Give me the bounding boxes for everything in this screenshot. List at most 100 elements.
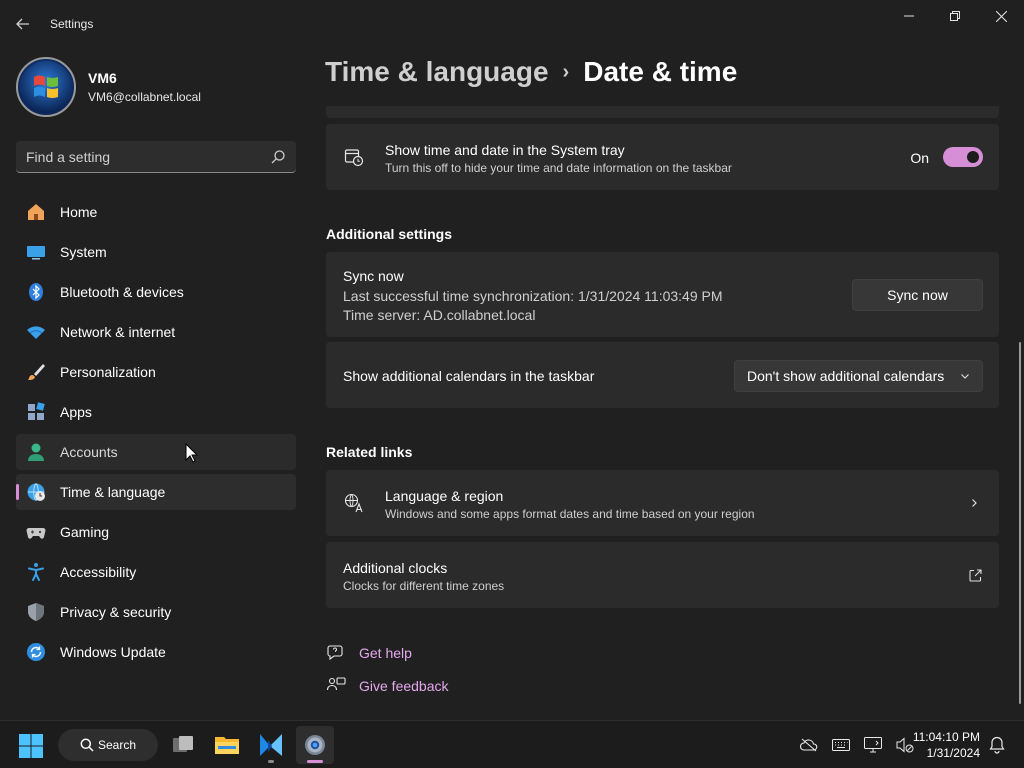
taskbar-clock[interactable]: 11:04:10 PM 1/31/2024 — [913, 729, 980, 761]
sidebar-item-label: Time & language — [60, 484, 166, 500]
sidebar-item-gaming[interactable]: Gaming — [16, 514, 296, 550]
get-help-label: Get help — [359, 645, 412, 661]
maximize-button[interactable] — [932, 0, 978, 32]
apps-icon — [26, 402, 46, 422]
language-region-title: Language & region — [385, 488, 504, 504]
close-button[interactable] — [978, 0, 1024, 32]
calendars-dropdown[interactable]: Don't show additional calendars — [734, 360, 983, 392]
last-sync-text: Last successful time synchronization: 1/… — [343, 288, 723, 304]
folder-icon — [215, 737, 239, 754]
toggle-state-label: On — [910, 150, 929, 166]
user-name: VM6 — [88, 70, 117, 86]
sidebar-nav: Home System Bluetooth & devices Network … — [16, 194, 296, 674]
update-icon — [26, 642, 46, 662]
app-title: Settings — [50, 17, 94, 31]
minimize-button[interactable] — [886, 0, 932, 32]
sidebar-item-label: Windows Update — [60, 644, 166, 660]
sidebar-item-apps[interactable]: Apps — [16, 394, 296, 430]
give-feedback-link[interactable]: Give feedback — [326, 676, 449, 696]
sidebar-item-windows-update[interactable]: Windows Update — [16, 634, 296, 670]
bluetooth-icon — [26, 282, 46, 302]
sidebar-item-personalization[interactable]: Personalization — [16, 354, 296, 390]
close-icon — [995, 10, 1007, 22]
cloud-offline-icon[interactable] — [799, 735, 819, 755]
time-server-text: Time server: AD.collabnet.local — [343, 307, 536, 323]
tray-time-toggle[interactable] — [943, 147, 983, 167]
chevron-right-icon: › — [562, 60, 570, 83]
sidebar-item-home[interactable]: Home — [16, 194, 296, 230]
sidebar-item-label: Accessibility — [60, 564, 137, 580]
additional-clocks-description: Clocks for different time zones — [343, 579, 505, 593]
sidebar-item-accessibility[interactable]: Accessibility — [16, 554, 296, 590]
setting-description: Turn this off to hide your time and date… — [385, 161, 732, 175]
additional-clocks-title: Additional clocks — [343, 560, 448, 576]
sidebar-item-accounts[interactable]: Accounts — [16, 434, 296, 470]
tray-time-setting-card: Show time and date in the System tray Tu… — [326, 124, 999, 190]
open-external-icon — [969, 569, 982, 582]
mouse-cursor-icon — [185, 443, 199, 463]
window-controls — [886, 0, 1024, 32]
calendar-clock-icon — [344, 149, 364, 167]
minimize-icon — [904, 15, 914, 17]
display-icon[interactable] — [863, 735, 883, 755]
gamepad-icon — [26, 522, 46, 542]
sidebar-item-label: Gaming — [60, 524, 110, 540]
sidebar-item-system[interactable]: System — [16, 234, 296, 270]
taskbar-search-label: Search — [98, 738, 137, 752]
keyboard-icon[interactable] — [831, 735, 851, 755]
sync-now-button[interactable]: Sync now — [852, 279, 983, 311]
sidebar-item-privacy[interactable]: Privacy & security — [16, 594, 296, 630]
taskbar-task-view[interactable] — [164, 726, 202, 764]
section-header-related: Related links — [326, 444, 413, 460]
user-email: VM6@collabnet.local — [88, 90, 201, 104]
accessibility-icon — [26, 562, 46, 582]
sidebar-item-label: Personalization — [60, 364, 156, 380]
restore-icon — [950, 11, 960, 21]
search-icon — [80, 738, 94, 752]
app-active-indicator — [307, 760, 323, 763]
get-help-link[interactable]: Get help — [326, 643, 412, 663]
settings-search[interactable] — [16, 141, 296, 173]
clock-date: 1/31/2024 — [926, 746, 980, 760]
gear-icon — [305, 735, 325, 755]
breadcrumb: Time & language › Date & time — [325, 56, 737, 88]
home-icon — [26, 202, 46, 222]
additional-calendars-card: Show additional calendars in the taskbar… — [326, 342, 999, 408]
back-button[interactable] — [8, 10, 38, 38]
section-header-additional: Additional settings — [326, 226, 452, 242]
wifi-icon — [26, 322, 46, 342]
sidebar-item-label: Apps — [60, 404, 92, 420]
breadcrumb-parent[interactable]: Time & language — [325, 56, 549, 88]
sidebar-item-label: System — [60, 244, 107, 260]
additional-clocks-link-card[interactable]: Additional clocks Clocks for different t… — [326, 542, 999, 608]
sidebar-item-network[interactable]: Network & internet — [16, 314, 296, 350]
search-input[interactable] — [26, 148, 270, 165]
sidebar-item-label: Privacy & security — [60, 604, 172, 620]
taskbar-search[interactable]: Search — [58, 729, 158, 761]
taskbar-file-explorer[interactable] — [208, 726, 246, 764]
system-icon — [26, 242, 46, 262]
arrow-left-icon — [16, 18, 29, 30]
taskbar: Search 11:04:10 PM 1/31/2024 — [0, 720, 1024, 768]
sync-title: Sync now — [343, 268, 404, 284]
language-region-link-card[interactable]: Language & region Windows and some apps … — [326, 470, 999, 536]
taskbar-settings-app[interactable] — [296, 726, 334, 764]
system-tray — [793, 735, 921, 755]
windows-logo-icon — [20, 61, 72, 113]
sidebar-item-label: Home — [60, 204, 98, 220]
notification-bell-icon[interactable] — [988, 736, 1006, 754]
globe-clock-icon — [26, 482, 46, 502]
taskbar-vscode-app[interactable] — [252, 726, 290, 764]
sidebar-item-bluetooth[interactable]: Bluetooth & devices — [16, 274, 296, 310]
chevron-right-icon — [972, 499, 977, 507]
setting-title: Show time and date in the System tray — [385, 142, 625, 158]
sidebar-item-time-language[interactable]: Time & language — [16, 474, 296, 510]
user-profile[interactable]: VM6 VM6@collabnet.local — [16, 57, 201, 117]
app-icon — [260, 734, 282, 756]
scrollbar-thumb[interactable] — [1019, 342, 1021, 704]
language-icon — [344, 493, 363, 513]
person-icon — [26, 442, 46, 462]
search-icon — [271, 149, 285, 163]
language-region-description: Windows and some apps format dates and t… — [385, 507, 755, 521]
windows-start-icon[interactable] — [18, 733, 44, 759]
